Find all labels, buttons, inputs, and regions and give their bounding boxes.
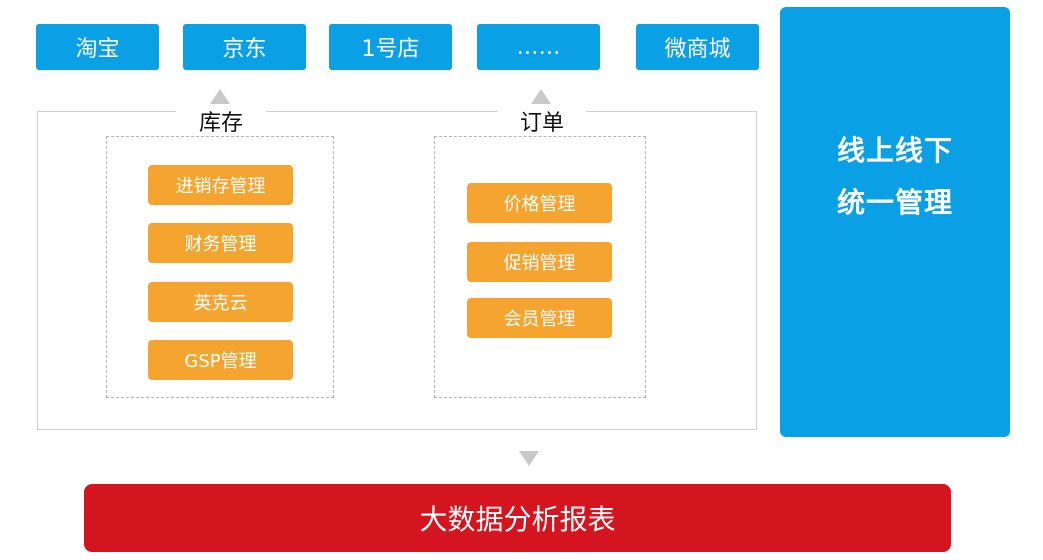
platform-yhd: 1号店	[329, 24, 452, 70]
arrow-up-orders-icon	[531, 89, 551, 104]
big-data-report-bar: 大数据分析报表	[84, 484, 951, 552]
module-promotion-management: 促销管理	[467, 242, 612, 282]
module-yingke-cloud: 英克云	[148, 282, 293, 322]
module-inventory-management: 进销存管理	[148, 165, 293, 205]
module-member-management: 会员管理	[467, 298, 612, 338]
orders-title: 订单	[498, 109, 586, 139]
inventory-title: 库存	[176, 109, 266, 139]
arrow-up-inventory-icon	[210, 89, 230, 104]
module-price-management: 价格管理	[467, 183, 612, 223]
module-finance-management: 财务管理	[148, 223, 293, 263]
platform-more: ……	[477, 24, 600, 70]
platform-weishangcheng: 微商城	[636, 24, 759, 70]
side-panel-line1: 线上线下	[836, 134, 953, 167]
side-panel-line2: 统一管理	[836, 186, 953, 219]
unified-management-panel: 线上线下 统一管理	[780, 7, 1010, 437]
module-gsp-management: GSP管理	[148, 340, 293, 380]
platform-taobao: 淘宝	[36, 24, 159, 70]
arrow-down-icon	[519, 451, 539, 466]
platform-jd: 京东	[183, 24, 306, 70]
